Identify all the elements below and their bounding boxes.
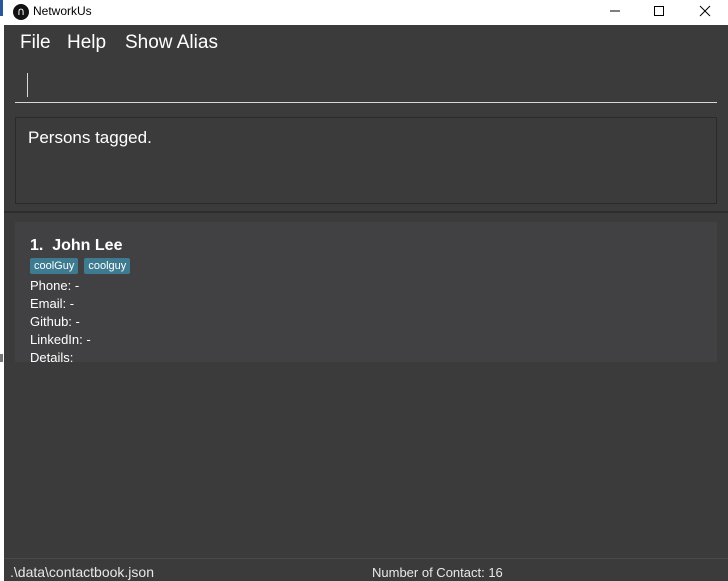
contact-linkedin: LinkedIn: -: [30, 332, 91, 347]
menu-show-alias[interactable]: Show Alias: [125, 32, 218, 54]
contact-github: Github: -: [30, 314, 80, 329]
contact-name: John Lee: [52, 237, 123, 254]
window-title: NetworkUs: [33, 4, 92, 18]
desktop-edge-mark: [0, 354, 3, 362]
menu-bar: File Help Show Alias: [4, 26, 728, 62]
tag-label: coolGuy: [30, 258, 79, 274]
command-input[interactable]: [15, 67, 717, 103]
close-button[interactable]: [682, 0, 728, 22]
result-display: Persons tagged.: [15, 117, 717, 204]
close-icon: [699, 5, 711, 17]
minimize-button[interactable]: [592, 0, 638, 22]
app-logo-icon: ∩: [13, 4, 29, 20]
tag-label: coolguy: [84, 258, 131, 274]
command-box: [4, 61, 728, 109]
contact-name-line: 1. John Lee: [30, 237, 122, 255]
contact-count: Number of Contact: 16: [372, 565, 503, 580]
app-window: ∩ NetworkUs File Help Show Alias Persons…: [4, 0, 728, 581]
maximize-icon: [654, 6, 664, 16]
contact-card[interactable]: 1. John Lee coolGuy coolguy Phone: - Ema…: [15, 222, 717, 365]
menu-help[interactable]: Help: [67, 32, 106, 54]
contact-phone: Phone: -: [30, 278, 80, 293]
maximize-button[interactable]: [636, 0, 682, 22]
menu-file[interactable]: File: [20, 32, 51, 54]
minimize-icon: [610, 10, 620, 12]
result-message: Persons tagged.: [28, 128, 152, 147]
desktop-edge-accent: [0, 0, 3, 16]
contact-details: Details:: [30, 350, 74, 365]
status-bar: .\data\contactbook.json Number of Contac…: [4, 558, 728, 581]
contact-tags: coolGuy coolguy: [30, 258, 131, 274]
save-file-path: .\data\contactbook.json: [10, 564, 154, 580]
contact-index: 1.: [30, 237, 44, 254]
contact-email: Email: -: [30, 296, 75, 311]
title-bar: ∩ NetworkUs: [4, 0, 728, 25]
text-caret: [27, 73, 28, 97]
contact-list: 1. John Lee coolGuy coolguy Phone: - Ema…: [4, 213, 728, 558]
